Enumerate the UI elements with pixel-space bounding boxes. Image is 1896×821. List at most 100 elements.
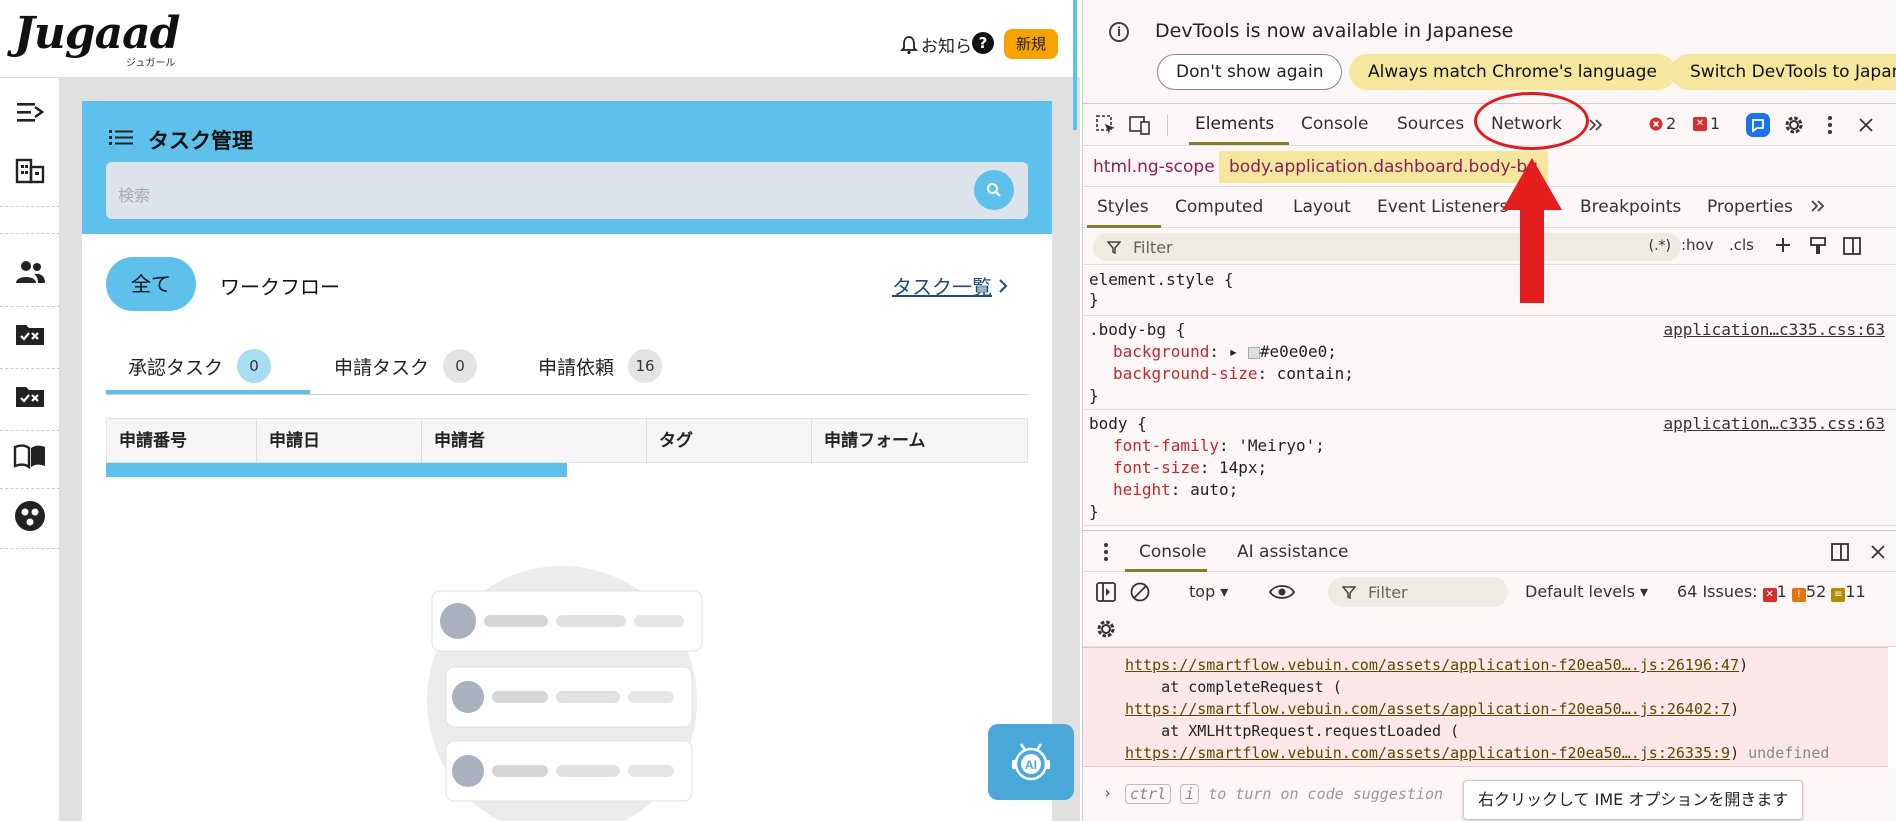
breadcrumb-html[interactable]: html.ng-scope	[1093, 157, 1215, 177]
tab-console[interactable]: Console	[1301, 114, 1369, 134]
css-declaration[interactable]: background: ▸ #e0e0e0;	[1113, 342, 1337, 361]
tab-approval-tasks[interactable]: 承認タスク 0	[128, 341, 272, 391]
hover-state-toggle[interactable]: :hov	[1681, 236, 1714, 254]
community-icon[interactable]	[10, 496, 50, 536]
sidebar-toggle-icon[interactable]	[1839, 233, 1865, 259]
issues-summary[interactable]: 64 Issues: ✕ 1 ! 52 ≡ 11	[1677, 582, 1866, 602]
css-declaration[interactable]: height: auto;	[1113, 480, 1238, 499]
column-header[interactable]: 申請日	[257, 419, 422, 464]
regex-toggle[interactable]: (.*)	[1649, 238, 1671, 254]
dont-show-again-button[interactable]: Don't show again	[1157, 54, 1343, 90]
rule-selector[interactable]: .body-bg {	[1089, 320, 1185, 339]
column-header[interactable]: 申請者	[422, 419, 647, 464]
expand-triangle-icon[interactable]: ▸	[1229, 342, 1239, 361]
switch-to-japanese-button[interactable]: Switch DevTools to Japanese	[1671, 54, 1896, 90]
inspect-element-icon[interactable]	[1093, 112, 1119, 138]
prop-value: 14px;	[1218, 458, 1268, 477]
console-prompt[interactable]: › ctrl i to turn on code suggestion 右クリッ…	[1083, 768, 1896, 821]
filter-all-button[interactable]: 全て	[106, 257, 196, 311]
active-tab-indicator	[1125, 569, 1207, 572]
dock-panel-icon[interactable]	[1827, 539, 1853, 565]
tab-computed[interactable]: Computed	[1175, 197, 1263, 217]
stack-trace-link[interactable]: https://smartflow.vebuin.com/assets/appl…	[1125, 700, 1730, 718]
styles-filter-input[interactable]: Filter (.*)	[1093, 233, 1681, 261]
prompt-hint: ctrl i to turn on code suggestion	[1125, 784, 1443, 804]
tab-breakpoints[interactable]: Breakpoints	[1580, 197, 1681, 217]
sidebar-toggle-icon[interactable]	[1093, 579, 1119, 605]
close-icon[interactable]	[1853, 112, 1879, 138]
error-count[interactable]: 2	[1649, 114, 1676, 133]
tab-label: 申請依頼	[538, 356, 615, 379]
breadcrumb-body[interactable]: body.application.dashboard.body-bg	[1219, 151, 1548, 183]
list-icon	[108, 127, 134, 151]
css-declaration[interactable]: font-family: 'Meiryo';	[1113, 436, 1325, 455]
class-toggle[interactable]: .cls	[1729, 236, 1754, 254]
console-settings-gear-icon[interactable]	[1093, 616, 1119, 642]
tab-label: 承認タスク	[128, 356, 224, 379]
users-icon[interactable]	[10, 252, 50, 292]
column-header[interactable]: 申請番号	[107, 419, 257, 464]
console-error-message: https://smartflow.vebuin.com/assets/appl…	[1083, 647, 1888, 767]
color-swatch[interactable]	[1247, 346, 1260, 359]
filter-workflow-button[interactable]: ワークフロー	[220, 271, 340, 300]
drawer-tab-ai-assistance[interactable]: AI assistance	[1237, 542, 1348, 562]
close-icon[interactable]	[1865, 539, 1891, 565]
error-icon	[1649, 117, 1663, 130]
new-button[interactable]: 新規	[1004, 29, 1058, 59]
log-text: )	[1730, 700, 1740, 718]
search-input[interactable]: 検索	[106, 162, 1028, 219]
book-icon[interactable]	[10, 436, 50, 476]
css-declaration[interactable]: font-size: 14px;	[1113, 458, 1267, 477]
eye-icon[interactable]	[1269, 579, 1295, 605]
settings-gear-icon[interactable]	[1781, 112, 1807, 138]
help-icon[interactable]: ?	[972, 32, 994, 54]
search-icon	[987, 183, 1001, 197]
filter-placeholder: Filter	[1368, 583, 1408, 602]
drawer-tab-console[interactable]: Console	[1139, 542, 1207, 562]
warning-square-icon: !	[1791, 588, 1806, 602]
app-logo[interactable]: Jugaad ジュガール	[14, 12, 180, 70]
tab-request-asks[interactable]: 申請依頼 16	[538, 341, 663, 391]
stack-trace-link[interactable]: https://smartflow.vebuin.com/assets/appl…	[1125, 744, 1730, 762]
more-tabs-icon[interactable]	[1805, 193, 1831, 219]
column-header[interactable]: タグ	[647, 419, 812, 464]
rule-source-link[interactable]: application…c335.css:63	[1663, 320, 1885, 339]
ai-chat-icon[interactable]	[1745, 112, 1771, 138]
log-levels-dropdown[interactable]: Default levels ▾	[1525, 582, 1648, 601]
tab-event-listeners[interactable]: Event Listeners	[1377, 197, 1508, 217]
column-header[interactable]: 申請フォーム	[812, 419, 1027, 464]
building-icon[interactable]	[10, 150, 50, 190]
task-list-link[interactable]: タスク一覧	[892, 271, 1008, 300]
paint-brush-icon[interactable]	[1805, 233, 1831, 259]
tab-elements[interactable]: Elements	[1195, 114, 1274, 134]
tab-layout[interactable]: Layout	[1293, 197, 1351, 217]
info-square-icon: ≡	[1831, 588, 1846, 602]
ai-assistant-button[interactable]: AI	[988, 724, 1074, 800]
rule-selector[interactable]: element.style {	[1089, 270, 1234, 289]
css-declaration[interactable]: background-size: contain;	[1113, 364, 1354, 383]
rule-source-link[interactable]: application…c335.css:63	[1663, 414, 1885, 433]
stack-trace-link[interactable]: https://smartflow.vebuin.com/assets/appl…	[1125, 656, 1739, 674]
console-filter-input[interactable]: Filter	[1328, 577, 1508, 607]
loading-progress-bar	[106, 463, 567, 477]
context-selector[interactable]: top ▾	[1189, 582, 1228, 601]
search-button[interactable]	[974, 170, 1014, 210]
new-rule-icon[interactable]	[1771, 233, 1797, 259]
menu-toggle-icon[interactable]	[10, 92, 50, 132]
tab-sources[interactable]: Sources	[1397, 114, 1464, 134]
rule-selector[interactable]: body {	[1089, 414, 1147, 433]
console-toolbar: top ▾ Filter Default levels ▾ 64 Issues:…	[1083, 573, 1896, 611]
tab-request-tasks[interactable]: 申請タスク 0	[334, 341, 478, 391]
match-chrome-language-button[interactable]: Always match Chrome's language	[1349, 54, 1676, 90]
clear-console-icon[interactable]	[1127, 579, 1153, 605]
warning-count[interactable]: ✕ 1	[1693, 114, 1720, 133]
more-options-icon[interactable]	[1817, 112, 1843, 138]
tab-styles[interactable]: Styles	[1097, 197, 1149, 217]
drawer-menu-icon[interactable]	[1093, 539, 1119, 565]
notifications-button[interactable]: お知ら	[900, 32, 972, 57]
tab-properties[interactable]: Properties	[1707, 197, 1793, 217]
task-folder-icon[interactable]	[10, 376, 50, 416]
info-icon: i	[1109, 22, 1129, 42]
device-toolbar-icon[interactable]	[1127, 112, 1153, 138]
task-folder-icon[interactable]	[10, 314, 50, 354]
